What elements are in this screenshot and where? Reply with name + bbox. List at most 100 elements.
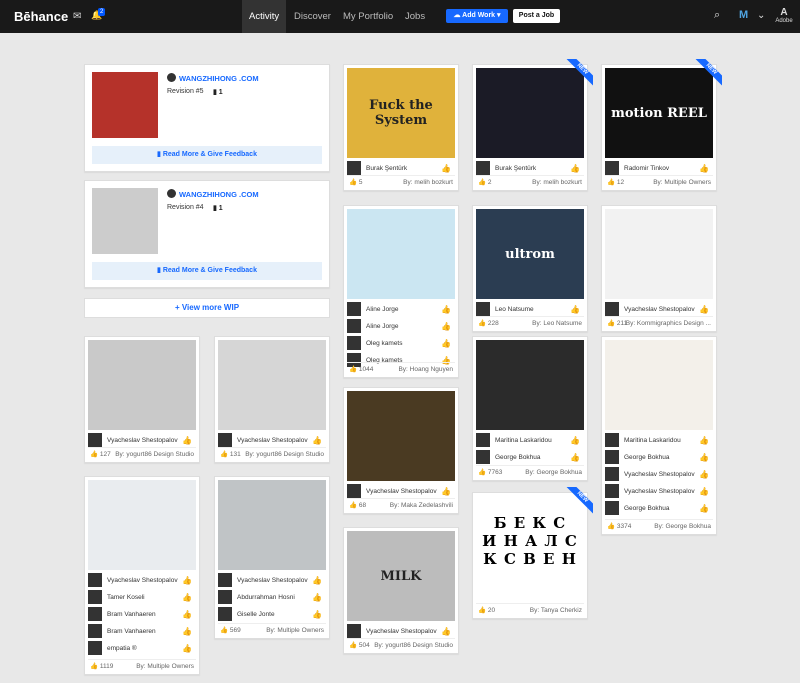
project-card[interactable]: Vyacheslav Shestopalov 👍 👍 68 By: Maka Zede… [343, 387, 459, 514]
project-cover-image[interactable]: MILK [347, 531, 455, 621]
avatar[interactable] [88, 573, 102, 587]
owner-row[interactable]: empatia ® 👍 [88, 640, 196, 657]
wip-thumbnail[interactable] [92, 72, 158, 138]
wip-card[interactable]: WANGZHIHONG .COM Revision #5 ▮ 1 ▮ Read … [84, 64, 330, 172]
appreciate-thumb-icon[interactable]: 👍 [570, 432, 580, 449]
avatar[interactable] [476, 161, 490, 175]
mail-icon[interactable]: ✉ [73, 11, 81, 22]
project-owner-byline[interactable]: By: yogurt86 Design Studio [374, 639, 453, 653]
feedback-button[interactable]: ▮ Read More & Give Feedback [92, 146, 322, 164]
appreciate-thumb-icon[interactable]: 👍 [312, 572, 322, 589]
project-card[interactable]: Vyacheslav Shestopalov 👍 Abdurrahman Hosni… [214, 476, 330, 639]
appreciate-thumb-icon[interactable]: 👍 [441, 335, 451, 352]
wip-owner-link[interactable]: WANGZHIHONG .COM [179, 74, 259, 83]
project-card[interactable]: Aline Jorge 👍 Aline Jorge 👍 Oleg kamets 👍 Oleg… [343, 205, 459, 378]
project-card[interactable]: Maritina Laskaridou 👍 George Bokhua 👍 👍 7763… [472, 336, 588, 481]
nav-my-portfolio[interactable]: My Portfolio [336, 0, 400, 33]
avatar[interactable] [347, 161, 361, 175]
owner-name[interactable]: Abdurrahman Hosni [237, 589, 295, 606]
project-owner-byline[interactable]: By: Leo Natsume [532, 317, 582, 331]
search-icon[interactable]: ⌕ [714, 9, 720, 22]
appreciate-thumb-icon[interactable]: 👍 [570, 449, 580, 466]
avatar[interactable] [605, 302, 619, 316]
avatar[interactable] [605, 501, 619, 515]
project-card[interactable]: Vyacheslav Shestopalov 👍 Tamer Koseli 👍 Bram… [84, 476, 200, 675]
project-owner-byline[interactable]: By: Multiple Owners [266, 624, 324, 638]
avatar[interactable] [88, 607, 102, 621]
project-cover-image[interactable] [476, 340, 584, 430]
appreciate-thumb-icon[interactable]: 👍 [699, 432, 709, 449]
nav-activity[interactable]: Activity [242, 0, 287, 33]
owner-row[interactable]: George Bokhua 👍 [605, 449, 713, 466]
avatar[interactable] [88, 641, 102, 655]
avatar[interactable] [605, 433, 619, 447]
owner-name[interactable]: George Bokhua [495, 449, 541, 466]
user-avatar-icon[interactable]: M [739, 9, 748, 21]
owner-name[interactable]: Vyacheslav Shestopalov [624, 483, 695, 500]
project-owner-byline[interactable]: By: George Bokhua [654, 520, 711, 534]
avatar[interactable] [605, 484, 619, 498]
avatar[interactable] [218, 573, 232, 587]
nav-jobs[interactable]: Jobs [398, 0, 432, 33]
view-more-wip-button[interactable]: + View more WIP [84, 298, 330, 318]
owner-row[interactable]: Aline Jorge 👍 [347, 318, 455, 335]
project-owner-byline[interactable]: By: George Bokhua [525, 466, 582, 480]
project-card[interactable]: motion REEL NEW Radomir Tinkov 👍 👍 12 By: Mul… [601, 59, 722, 191]
project-owner-byline[interactable]: By: melih bozkurt [532, 176, 582, 190]
project-card[interactable]: Vyacheslav Shestopalov 👍 👍 211 By: Kommigra… [601, 205, 717, 332]
project-card[interactable]: Б Е К СИ Н А Л СК С В Е Н NEW 👍 20 By: Tany… [472, 487, 593, 619]
owner-row[interactable]: Vyacheslav Shestopalov 👍 [605, 466, 713, 483]
owner-row[interactable]: Oleg kamets 👍 [347, 335, 455, 352]
project-owner-byline[interactable]: By: yogurt86 Design Studio [115, 448, 194, 462]
avatar[interactable] [347, 624, 361, 638]
avatar[interactable] [476, 302, 490, 316]
avatar[interactable] [347, 319, 361, 333]
avatar[interactable] [347, 302, 361, 316]
owner-row[interactable]: Maritina Laskaridou 👍 [476, 432, 584, 449]
appreciate-thumb-icon[interactable]: 👍 [182, 640, 192, 657]
project-owner-byline[interactable]: By: melih bozkurt [403, 176, 453, 190]
post-job-button[interactable]: Post a Job [513, 9, 560, 23]
nav-discover[interactable]: Discover [287, 0, 338, 33]
project-owner-byline[interactable]: By: Multiple Owners [136, 660, 194, 674]
owner-row[interactable]: Vyacheslav Shestopalov 👍 [218, 572, 326, 589]
owner-row[interactable]: Vyacheslav Shestopalov 👍 [605, 483, 713, 500]
owner-name[interactable]: Vyacheslav Shestopalov [107, 572, 178, 589]
project-cover-image[interactable] [88, 480, 196, 570]
project-card[interactable]: Vyacheslav Shestopalov 👍 👍 127 By: yogurt86… [84, 336, 200, 463]
owner-name[interactable]: Aline Jorge [366, 318, 399, 335]
avatar[interactable] [88, 624, 102, 638]
project-card[interactable]: Vyacheslav Shestopalov 👍 👍 131 By: yogurt86… [214, 336, 330, 463]
project-cover-image[interactable] [347, 209, 455, 299]
appreciate-thumb-icon[interactable]: 👍 [182, 606, 192, 623]
avatar[interactable] [476, 450, 490, 464]
appreciate-thumb-icon[interactable]: 👍 [699, 483, 709, 500]
project-card[interactable]: Fuck the System Burak Şentürk 👍 👍 5 By: meli… [343, 64, 459, 191]
owner-row[interactable]: Bram Vanhaeren 👍 [88, 606, 196, 623]
avatar[interactable] [218, 607, 232, 621]
avatar[interactable] [88, 433, 102, 447]
appreciate-thumb-icon[interactable]: 👍 [699, 466, 709, 483]
owner-row[interactable]: Bram Vanhaeren 👍 [88, 623, 196, 640]
feedback-button[interactable]: ▮ Read More & Give Feedback [92, 262, 322, 280]
project-cover-image[interactable] [218, 480, 326, 570]
project-card[interactable]: Maritina Laskaridou 👍 George Bokhua 👍 Vyache… [601, 336, 717, 535]
owner-name[interactable]: Giselle Jonte [237, 606, 275, 623]
owner-name[interactable]: George Bokhua [624, 449, 670, 466]
project-owner-byline[interactable]: By: Kommigraphics Design ... [626, 317, 711, 331]
owner-name[interactable]: Maritina Laskaridou [624, 432, 681, 449]
add-work-button[interactable]: ☁ Add Work ▾ [446, 9, 508, 23]
owner-row[interactable]: Tamer Koseli 👍 [88, 589, 196, 606]
owner-row[interactable]: Giselle Jonte 👍 [218, 606, 326, 623]
project-cover-image[interactable]: Fuck the System [347, 68, 455, 158]
project-owner-byline[interactable]: By: yogurt86 Design Studio [245, 448, 324, 462]
project-card[interactable]: ultrom Leo Natsume 👍 👍 228 By: Leo Natsume [472, 205, 588, 332]
project-owner-byline[interactable]: By: Maka Zedelashvili [390, 499, 453, 513]
project-owner-byline[interactable]: By: Tanya Cherkiz [530, 604, 582, 618]
owner-row[interactable]: George Bokhua 👍 [476, 449, 584, 466]
owner-name[interactable]: Bram Vanhaeren [107, 606, 156, 623]
appreciate-thumb-icon[interactable]: 👍 [182, 589, 192, 606]
avatar[interactable] [605, 161, 619, 175]
avatar[interactable] [476, 433, 490, 447]
project-cover-image[interactable]: ultrom [476, 209, 584, 299]
